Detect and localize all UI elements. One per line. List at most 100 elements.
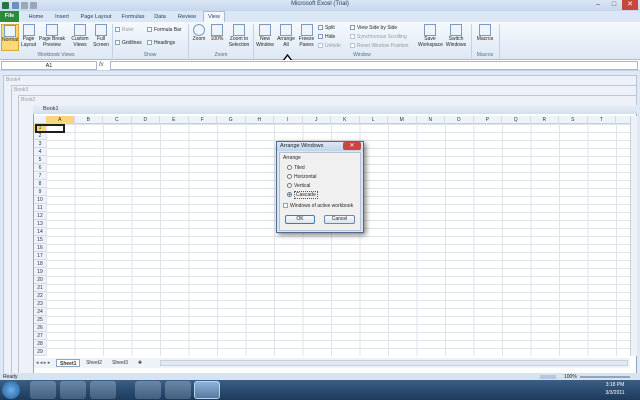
tab-page-layout[interactable]: Page Layout (77, 12, 115, 22)
tab-data[interactable]: Data (150, 12, 170, 22)
column-header[interactable]: K (331, 116, 360, 124)
row-header[interactable]: 16 (34, 244, 46, 252)
column-header[interactable]: I (274, 116, 303, 124)
row-header[interactable]: 28 (34, 340, 46, 348)
formula-bar-checkbox[interactable]: Formula Bar (147, 27, 182, 34)
zoom-to-selection-button[interactable]: Zoom to Selection (227, 24, 251, 48)
view-buttons-icon[interactable] (540, 375, 556, 379)
arrange-all-button[interactable]: Arrange All (276, 24, 296, 48)
column-header[interactable]: C (103, 116, 132, 124)
column-header[interactable]: R (531, 116, 559, 124)
cancel-button[interactable]: Cancel (324, 215, 355, 224)
row-header[interactable]: 11 (34, 204, 46, 212)
redo-icon[interactable] (30, 2, 37, 9)
full-screen-button[interactable]: Full Screen (92, 24, 110, 48)
column-header[interactable]: T (588, 116, 616, 124)
column-header[interactable]: G (217, 116, 246, 124)
freeze-panes-button[interactable]: Freeze Panes (297, 24, 316, 48)
column-header[interactable]: M (388, 116, 417, 124)
tab-formulas[interactable]: Formulas (118, 12, 148, 22)
headings-checkbox[interactable]: Headings (147, 40, 175, 47)
row-header[interactable]: 10 (34, 196, 46, 204)
media-player-taskbar-icon[interactable] (60, 381, 86, 399)
row-header[interactable]: 2 (34, 132, 46, 140)
start-button-icon[interactable] (2, 381, 20, 399)
sheet-tab-sheet1[interactable]: Sheet1 (56, 359, 80, 367)
split-button[interactable]: Split (318, 25, 335, 32)
minimize-button[interactable]: – (590, 0, 606, 10)
row-header[interactable]: 24 (34, 308, 46, 316)
tab-view[interactable]: View (203, 12, 225, 22)
tab-insert[interactable]: Insert (50, 12, 74, 22)
explorer-taskbar-icon[interactable] (30, 381, 56, 399)
name-box[interactable]: A1 (1, 61, 97, 70)
new-window-button[interactable]: New Window (255, 24, 275, 48)
outlook-taskbar-icon[interactable] (135, 381, 161, 399)
row-header[interactable]: 8 (34, 180, 46, 188)
column-header[interactable]: E (160, 116, 189, 124)
radio-vertical[interactable]: Vertical (287, 183, 310, 190)
switch-windows-button[interactable]: Switch Windows (444, 24, 468, 48)
tab-file[interactable]: File (0, 11, 19, 22)
row-header[interactable]: 5 (34, 156, 46, 164)
insert-sheet-icon[interactable]: ✚ (134, 359, 146, 367)
row-header[interactable]: 9 (34, 188, 46, 196)
radio-tiled[interactable]: Tiled (287, 165, 305, 172)
firefox-taskbar-icon[interactable] (90, 381, 116, 399)
ruler-checkbox[interactable]: Ruler (115, 27, 134, 34)
zoom-100-button[interactable]: 100% (209, 24, 225, 43)
dialog-close-button[interactable]: ✕ (343, 142, 361, 150)
column-header[interactable]: P (474, 116, 502, 124)
page-break-preview-button[interactable]: Page Break Preview (38, 24, 66, 48)
tab-home[interactable]: Home (25, 12, 47, 22)
row-header[interactable]: 27 (34, 332, 46, 340)
unhide-button[interactable]: Unhide (318, 43, 341, 50)
column-header[interactable]: B (75, 116, 103, 124)
row-header[interactable]: 14 (34, 228, 46, 236)
column-header[interactable]: D (132, 116, 160, 124)
row-header[interactable]: 15 (34, 236, 46, 244)
column-header[interactable]: S (559, 116, 588, 124)
excel-taskbar-icon[interactable] (194, 381, 220, 399)
horizontal-scrollbar[interactable] (160, 360, 628, 366)
row-header[interactable]: 21 (34, 284, 46, 292)
clock-time[interactable]: 3:18 PM (595, 381, 635, 389)
excel-app-icon[interactable] (2, 2, 9, 9)
undo-icon[interactable] (21, 2, 28, 9)
row-header[interactable]: 19 (34, 268, 46, 276)
clock-date[interactable]: 3/3/2011 (595, 389, 635, 397)
row-header[interactable]: 23 (34, 300, 46, 308)
sheet-tab-sheet2[interactable]: Sheet2 (82, 359, 106, 367)
fx-icon[interactable]: fx (99, 61, 109, 70)
sheet-tab-sheet3[interactable]: Sheet3 (108, 359, 132, 367)
formula-input[interactable] (110, 61, 638, 70)
save-workspace-button[interactable]: Save Workspace (418, 24, 443, 48)
maximize-button[interactable]: □ (606, 0, 622, 10)
row-header[interactable]: 29 (34, 348, 46, 356)
custom-views-button[interactable]: Custom Views (69, 24, 91, 48)
row-header[interactable]: 25 (34, 316, 46, 324)
macros-button[interactable]: Macros (474, 24, 496, 43)
row-header[interactable]: 3 (34, 140, 46, 148)
synchronous-scrolling-button[interactable]: Synchronous Scrolling (350, 34, 407, 41)
active-cell-a1[interactable] (35, 124, 65, 133)
row-header[interactable]: 13 (34, 220, 46, 228)
normal-view-button[interactable]: Normal (1, 24, 19, 51)
radio-cascade[interactable]: Cascade (287, 191, 318, 199)
gridlines-checkbox[interactable]: Gridlines (115, 40, 142, 47)
column-header[interactable]: J (303, 116, 331, 124)
windows-of-active-workbook-checkbox[interactable]: Windows of active workbook (283, 203, 353, 210)
page-layout-view-button[interactable]: Page Layout (21, 24, 36, 48)
row-header[interactable]: 17 (34, 252, 46, 260)
tab-review[interactable]: Review (174, 12, 200, 22)
vertical-scrollbar[interactable] (630, 116, 637, 356)
column-header[interactable]: N (417, 116, 445, 124)
row-header[interactable]: 6 (34, 164, 46, 172)
zoom-button[interactable]: Zoom (191, 24, 207, 43)
view-side-by-side-button[interactable]: View Side by Side (350, 25, 397, 32)
row-header[interactable]: 20 (34, 276, 46, 284)
ok-button[interactable]: OK (285, 215, 315, 224)
app-taskbar-icon[interactable] (165, 381, 191, 399)
column-header[interactable]: F (189, 116, 217, 124)
row-header[interactable]: 12 (34, 212, 46, 220)
